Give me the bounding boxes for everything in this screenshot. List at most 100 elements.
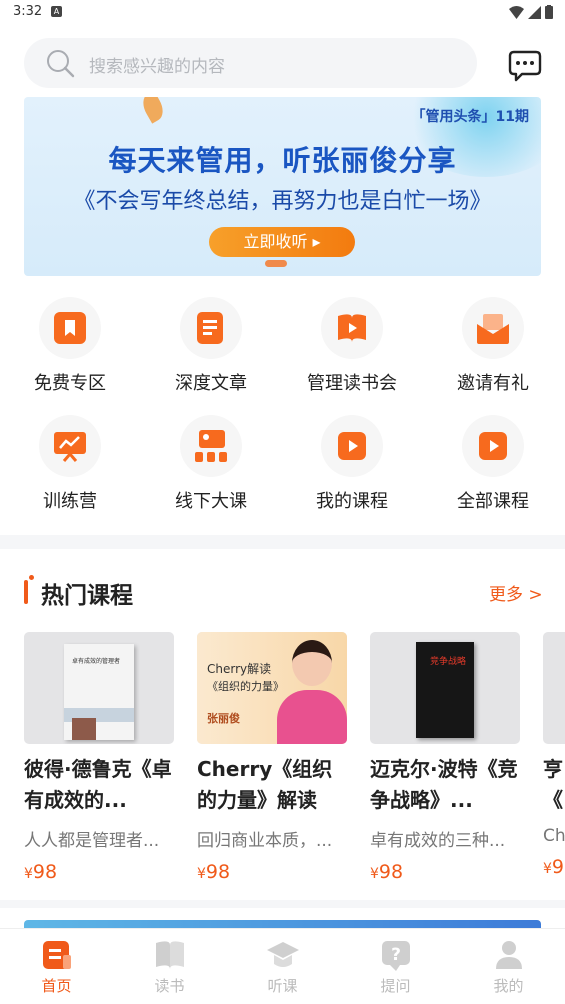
book-cover-image: 竞争战略 xyxy=(416,642,474,738)
grid-item-all-courses[interactable]: 全部课程 xyxy=(423,415,563,513)
course-price: ¥9 xyxy=(543,856,565,878)
battery-icon xyxy=(545,5,553,19)
course-title: 彼得·德鲁克《卓有成效的... xyxy=(24,757,172,812)
grid-item-free-zone[interactable]: 免费专区 xyxy=(0,297,140,395)
section-divider xyxy=(0,900,565,908)
envelope-icon xyxy=(477,314,509,344)
play-icon xyxy=(338,432,366,460)
leaf-decoration-icon xyxy=(138,97,168,124)
speaker-face xyxy=(292,640,332,686)
grid-icon-circle xyxy=(462,415,524,477)
grid-item-articles[interactable]: 深度文章 xyxy=(141,297,281,395)
course-desc: 人人都是管理者... xyxy=(24,831,160,851)
book-cover-image: 卓有成效的管理者 xyxy=(64,644,134,740)
notification-a-icon: A xyxy=(51,6,62,17)
tab-ask[interactable]: ? 提问 xyxy=(339,939,452,996)
article-icon xyxy=(197,312,223,344)
course-price: ¥98 xyxy=(197,861,231,883)
play-icon xyxy=(479,432,507,460)
promo-banner[interactable]: 「管用头条」11期 每天来管用，听张丽俊分享 《不会写年终总结，再努力也是白忙一… xyxy=(24,97,541,276)
status-bar: 3:32 A xyxy=(0,0,565,26)
book-cover-text: 竞争战略 xyxy=(430,657,467,667)
section-title: 热门课程 xyxy=(41,583,133,609)
search-placeholder: 搜索感兴趣的内容 xyxy=(89,57,225,77)
course-desc: Ch xyxy=(543,826,565,846)
cover-text: 《组织的力量》 xyxy=(207,680,284,693)
banner-tag: 「管用头条」11期 xyxy=(411,109,529,125)
course-cover: 竞争战略 xyxy=(370,632,520,744)
status-indicators xyxy=(509,5,553,19)
banner-title: 每天来管用，听张丽俊分享 xyxy=(108,144,457,177)
listen-now-button[interactable]: 立即收听 ▸ xyxy=(209,227,355,257)
course-card[interactable]: 亨《 Ch ¥9 xyxy=(543,632,565,878)
tab-listen[interactable]: 听课 xyxy=(226,939,339,996)
grid-icon-circle xyxy=(39,297,101,359)
banner-subtitle: 《不会写年终总结，再努力也是白忙一场》 xyxy=(73,189,492,214)
course-title: Cherry《组织的力量》解读 xyxy=(197,757,333,812)
more-link[interactable]: 更多 > xyxy=(489,580,543,605)
course-cover: Cherry解读 《组织的力量》 张丽俊 xyxy=(197,632,347,744)
course-card[interactable]: Cherry解读 《组织的力量》 张丽俊 Cherry《组织的力量》解读 回归商… xyxy=(197,632,347,883)
presentation-icon xyxy=(54,432,86,462)
grid-item-offline-class[interactable]: 线下大课 xyxy=(141,415,281,513)
grid-icon-circle xyxy=(321,297,383,359)
graduation-cap-icon xyxy=(266,942,299,967)
tab-label: 我的 xyxy=(493,977,524,995)
course-price: ¥98 xyxy=(24,861,58,883)
grid-label: 深度文章 xyxy=(175,373,247,394)
search-icon xyxy=(47,50,75,78)
tab-label: 读书 xyxy=(154,977,185,995)
tab-home[interactable]: 首页 xyxy=(0,939,113,996)
question-icon: ? xyxy=(381,941,410,971)
home-icon xyxy=(42,941,71,969)
message-icon[interactable] xyxy=(508,50,542,82)
section-accent-bar xyxy=(24,580,28,604)
grid-icon-circle xyxy=(180,415,242,477)
svg-text:?: ? xyxy=(391,945,401,965)
book-cover-text: 卓有成效的管理者 xyxy=(72,658,121,665)
tab-books[interactable]: 读书 xyxy=(113,939,226,996)
course-card[interactable]: 竞争战略 迈克尔·波特《竞争战略》... 卓有成效的三种... ¥98 xyxy=(370,632,520,883)
grid-label: 我的课程 xyxy=(316,491,388,512)
course-title: 迈克尔·波特《竞争战略》... xyxy=(370,757,518,812)
bottom-tab-bar: 首页 读书 听课 ? 提问 我的 xyxy=(0,928,565,1004)
grid-icon-circle xyxy=(180,297,242,359)
bookmark-icon xyxy=(54,312,86,344)
course-desc: 卓有成效的三种... xyxy=(370,831,506,851)
grid-label: 管理读书会 xyxy=(307,373,397,394)
course-price: ¥98 xyxy=(370,861,404,883)
course-card[interactable]: 卓有成效的管理者 彼得·德鲁克《卓有成效的... 人人都是管理者... ¥98 xyxy=(24,632,174,883)
course-desc: 回归商业本质，... xyxy=(197,831,333,851)
grid-label: 线下大课 xyxy=(175,491,247,512)
grid-item-my-courses[interactable]: 我的课程 xyxy=(282,415,422,513)
course-cover xyxy=(543,632,565,744)
course-title: 亨《 xyxy=(543,757,563,812)
tab-label: 首页 xyxy=(41,977,72,995)
grid-item-invite[interactable]: 邀请有礼 xyxy=(423,297,563,395)
book-play-icon xyxy=(338,314,366,342)
grid-label: 邀请有礼 xyxy=(457,373,529,394)
grid-icon-circle xyxy=(462,297,524,359)
tab-mine[interactable]: 我的 xyxy=(452,939,565,996)
section-accent-dot xyxy=(29,575,34,580)
status-time: 3:32 xyxy=(13,4,43,19)
speaker-photo xyxy=(277,690,347,744)
user-icon xyxy=(495,941,522,969)
course-cover: 卓有成效的管理者 xyxy=(24,632,174,744)
book-icon xyxy=(155,941,184,969)
grid-label: 训练营 xyxy=(43,491,97,512)
search-input[interactable]: 搜索感兴趣的内容 xyxy=(24,38,477,88)
cover-author: 张丽俊 xyxy=(207,712,240,725)
grid-item-training-camp[interactable]: 训练营 xyxy=(0,415,140,513)
grid-icon-circle xyxy=(321,415,383,477)
cover-text: Cherry解读 xyxy=(207,662,272,676)
grid-item-book-club[interactable]: 管理读书会 xyxy=(282,297,422,395)
wifi-icon xyxy=(509,5,524,19)
grid-label: 免费专区 xyxy=(34,373,106,394)
tab-label: 提问 xyxy=(380,977,411,995)
tab-label: 听课 xyxy=(267,977,298,995)
signal-icon xyxy=(528,5,541,19)
carousel-indicator xyxy=(265,260,287,267)
section-divider xyxy=(0,535,565,549)
grid-label: 全部课程 xyxy=(457,491,529,512)
